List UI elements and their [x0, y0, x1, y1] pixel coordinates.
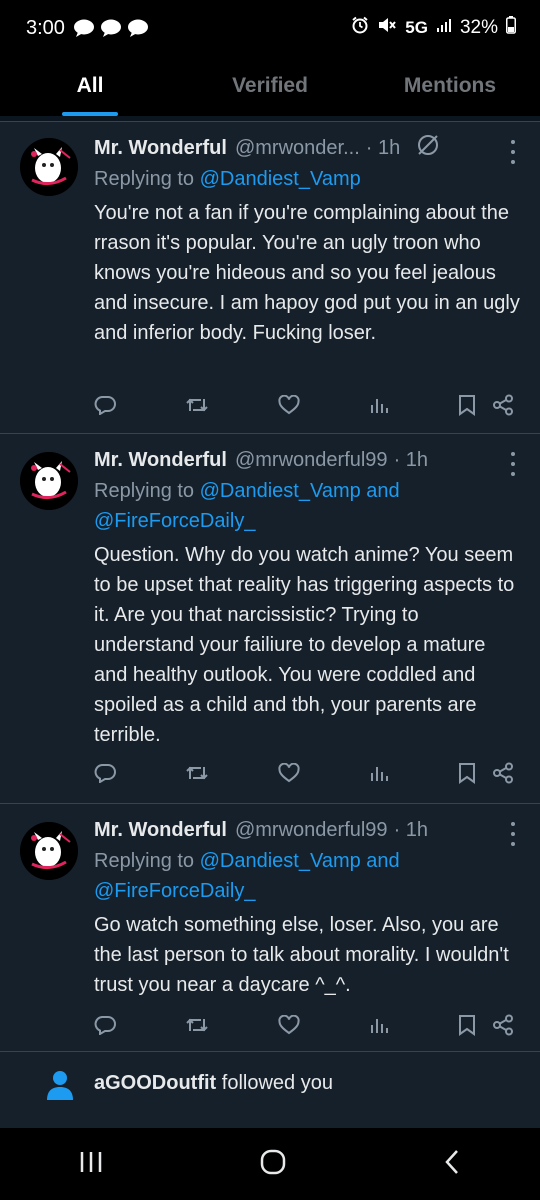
post-text: Question. Why do you watch anime? You se…: [94, 544, 515, 746]
back-icon[interactable]: [442, 1148, 462, 1181]
post-actions: [94, 390, 514, 420]
status-bar: 3:00 5G 32%: [0, 0, 540, 56]
views-icon[interactable]: [369, 395, 389, 415]
mention-and: and: [360, 850, 400, 872]
author-name[interactable]: Mr. Wonderful: [94, 819, 227, 842]
alarm-icon: [351, 16, 369, 40]
follower-name[interactable]: aGOODoutfit: [94, 1072, 216, 1094]
views-icon[interactable]: [369, 1015, 389, 1035]
post-header: Mr. Wonderful @mrwonderful99 · 1h: [94, 814, 520, 846]
chat-notification-icons: [73, 19, 149, 37]
grok-icon[interactable]: [416, 133, 440, 163]
reply-post[interactable]: Mr. Wonderful @mrwonder... · 1h Replying…: [0, 122, 540, 434]
replying-to: Replying to @Dandiest_Vamp: [94, 164, 520, 194]
post-text: You're not a fan if you're complaining a…: [94, 202, 520, 344]
mention-link[interactable]: @FireForceDaily_: [94, 880, 255, 902]
network-label: 5G: [405, 18, 428, 37]
battery-icon: [506, 16, 516, 40]
signal-icon: [436, 17, 452, 39]
share-icon[interactable]: [492, 394, 514, 416]
avatar[interactable]: [20, 452, 78, 510]
post-text: Go watch something else, loser. Also, yo…: [94, 914, 509, 996]
bookmark-icon[interactable]: [458, 1014, 476, 1036]
share-icon[interactable]: [492, 1014, 514, 1036]
tab-all[interactable]: All: [0, 56, 180, 116]
mention-and: and: [360, 480, 400, 502]
replying-label: Replying to: [94, 480, 195, 502]
reply-icon[interactable]: [94, 1015, 116, 1035]
person-icon: [46, 1070, 74, 1105]
like-icon[interactable]: [278, 1015, 300, 1035]
reply-icon[interactable]: [94, 763, 116, 783]
notification-tabs: All Verified Mentions: [0, 56, 540, 116]
avatar[interactable]: [20, 822, 78, 880]
views-icon[interactable]: [369, 763, 389, 783]
mute-icon: [377, 16, 397, 40]
reply-icon[interactable]: [94, 395, 116, 415]
tab-label: Mentions: [403, 74, 497, 97]
author-handle: @mrwonderful99: [234, 818, 388, 841]
tab-mentions[interactable]: Mentions: [360, 56, 540, 116]
replying-label: Replying to: [94, 850, 195, 872]
author-handle: @mrwonderful99: [234, 448, 388, 471]
mention-link[interactable]: @Dandiest_Vamp: [200, 850, 361, 872]
tab-label: All: [76, 74, 104, 97]
post-time: · 1h: [393, 818, 429, 841]
mention-link[interactable]: @Dandiest_Vamp: [200, 480, 361, 502]
replying-label: Replying to: [94, 168, 195, 190]
status-time: 3:00: [26, 16, 65, 39]
follow-message: aGOODoutfit followed you: [94, 1072, 333, 1095]
bookmark-icon[interactable]: [458, 394, 476, 416]
tab-label: Verified: [232, 74, 308, 97]
like-icon[interactable]: [278, 395, 300, 415]
recent-apps-icon[interactable]: [78, 1150, 104, 1179]
retweet-icon[interactable]: [185, 1015, 209, 1035]
share-icon[interactable]: [492, 762, 514, 784]
post-actions: [94, 758, 514, 788]
post-time: · 1h: [393, 448, 429, 471]
author-name[interactable]: Mr. Wonderful: [94, 137, 227, 160]
tab-verified[interactable]: Verified: [180, 56, 360, 116]
author-name[interactable]: Mr. Wonderful: [94, 449, 227, 472]
retweet-icon[interactable]: [185, 763, 209, 783]
more-options-icon[interactable]: [510, 822, 516, 846]
like-icon[interactable]: [278, 763, 300, 783]
bookmark-icon[interactable]: [458, 762, 476, 784]
follow-notification[interactable]: aGOODoutfit followed you: [0, 1052, 540, 1122]
post-actions: [94, 1010, 514, 1040]
battery-percent: 32%: [459, 17, 498, 38]
post-time: · 1h: [365, 136, 401, 159]
more-options-icon[interactable]: [510, 452, 516, 476]
follow-action: followed you: [216, 1072, 333, 1094]
mention-link[interactable]: @Dandiest_Vamp: [200, 168, 361, 190]
replying-to: Replying to @Dandiest_Vamp and @FireForc…: [94, 476, 520, 536]
system-nav-bar: [0, 1128, 540, 1200]
reply-post[interactable]: Mr. Wonderful @mrwonderful99 · 1h Replyi…: [0, 804, 540, 1052]
more-options-icon[interactable]: [510, 140, 516, 164]
reply-post[interactable]: Mr. Wonderful @mrwonderful99 · 1h Replyi…: [0, 434, 540, 804]
author-handle: @mrwonder...: [234, 136, 360, 159]
mention-link[interactable]: @FireForceDaily_: [94, 510, 255, 532]
post-header: Mr. Wonderful @mrwonderful99 · 1h: [94, 444, 520, 476]
avatar[interactable]: [20, 138, 78, 196]
notifications-feed: Mr. Wonderful @mrwonder... · 1h Replying…: [0, 122, 540, 1052]
replying-to: Replying to @Dandiest_Vamp and @FireForc…: [94, 846, 520, 906]
post-header: Mr. Wonderful @mrwonder... · 1h: [94, 132, 520, 164]
retweet-icon[interactable]: [185, 395, 209, 415]
home-icon[interactable]: [259, 1148, 287, 1181]
